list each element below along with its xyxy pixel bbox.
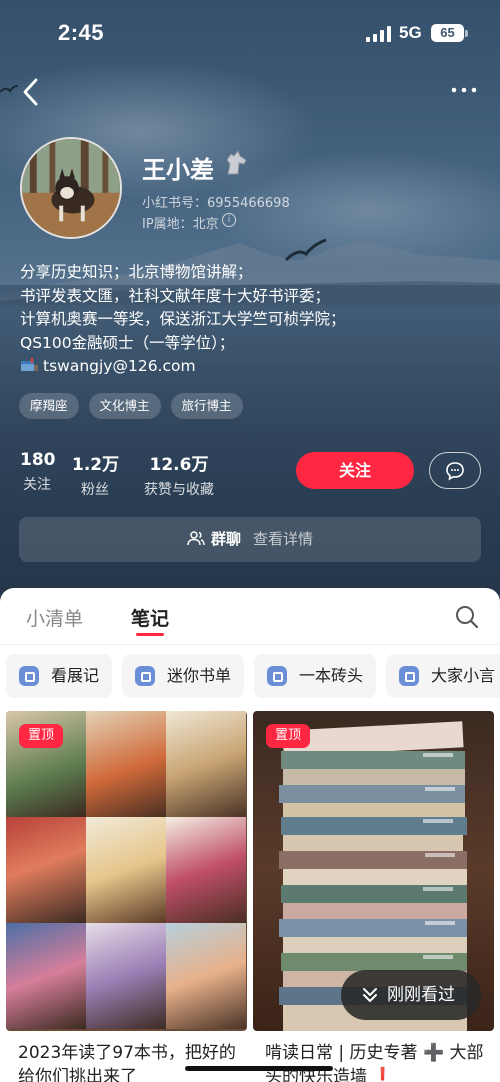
chip-mini-booklist[interactable]: 迷你书单	[122, 654, 244, 698]
profile-name: 王小差	[142, 156, 214, 184]
recently-viewed-button[interactable]: 刚刚看过	[341, 970, 481, 1020]
home-indicator	[185, 1066, 333, 1071]
stat-followers-value: 1.2万	[72, 455, 120, 475]
active-tab-indicator	[136, 633, 164, 636]
note-card[interactable]: 置顶 2023年读了97本书，把好的给你们挑出来了	[6, 711, 247, 1082]
collection-icon	[19, 666, 39, 686]
profile-tags: 摩羯座 文化博主 旅行博主	[19, 393, 243, 419]
group-chat-label: 群聊	[210, 530, 241, 548]
chip-brick-book[interactable]: 一本砖头	[254, 654, 376, 698]
chip-label: 看展记	[51, 666, 100, 685]
note-title: 啃读日常 | 历史专著 ➕ 大部头的快乐造墙 ❗	[265, 1043, 484, 1082]
notes-panel: 小清单 笔记 看展记 迷你书单 一本砖头 大家小言 置顶 2023年读了97本书…	[0, 588, 500, 1082]
avatar[interactable]	[20, 137, 122, 239]
zodiac-horse-badge-icon	[226, 150, 247, 175]
collection-icon	[135, 666, 155, 686]
stat-followers-label: 粉丝	[81, 482, 109, 498]
ip-location: IP属地：北京	[142, 217, 219, 232]
info-icon[interactable]: i	[222, 213, 236, 227]
tag-zodiac: 摩羯座	[19, 393, 79, 419]
redbook-id: 小红书号：6955466698	[142, 196, 290, 211]
stat-likes-label: 获赞与收藏	[144, 482, 214, 498]
note-title: 2023年读了97本书，把好的给你们挑出来了	[18, 1043, 236, 1082]
search-icon[interactable]	[454, 604, 480, 630]
chat-bubble-icon	[446, 462, 464, 481]
profile-email[interactable]: tswangjy@126.com	[43, 357, 196, 375]
status-time: 2:45	[58, 20, 105, 45]
chip-label: 大家小言	[431, 666, 496, 685]
pinned-badge: 置顶	[19, 724, 64, 748]
tag-travel-blogger: 旅行博主	[170, 393, 243, 419]
note-card[interactable]: 置顶 啃读日常 | 历史专著 ➕ 大部头的快乐造墙 ❗	[253, 711, 494, 1082]
tab-notes[interactable]: 笔记	[131, 604, 169, 631]
follow-button[interactable]: 关注	[296, 452, 414, 489]
chip-little-words[interactable]: 大家小言	[386, 654, 500, 698]
profile-bio: 分享历史知识；北京博物馆讲解； 书评发表文匯，社科文献年度十大好书评委； 计算机…	[20, 261, 490, 379]
double-chevron-down-icon	[363, 988, 377, 1002]
bio-line: QS100金融硕士（一等学位）；	[20, 333, 235, 352]
stat-likes-value: 12.6万	[149, 455, 209, 475]
stat-following-value: 180	[20, 450, 56, 470]
tab-collection-list[interactable]: 小清单	[26, 604, 83, 631]
group-chat-detail: 查看详情	[253, 530, 314, 548]
divider	[0, 644, 500, 645]
recently-viewed-label: 刚刚看过	[387, 985, 455, 1005]
bio-line: 分享历史知识；北京博物馆讲解；	[20, 263, 253, 281]
cellular-signal-icon	[366, 26, 391, 42]
back-arrow-icon[interactable]	[14, 74, 50, 110]
pinned-badge: 置顶	[266, 724, 311, 748]
status-bar: 2:45 5G 65	[0, 0, 500, 64]
tag-culture-blogger: 文化博主	[88, 393, 161, 419]
collection-chips: 看展记 迷你书单 一本砖头 大家小言	[6, 654, 500, 698]
more-options-icon[interactable]	[444, 76, 484, 104]
stat-likes[interactable]: 12.6万 获赞与收藏	[139, 450, 219, 499]
chip-exhibition-notes[interactable]: 看展记	[6, 654, 112, 698]
battery-tip	[465, 30, 468, 37]
chip-label: 一本砖头	[299, 666, 364, 685]
group-chat-bar[interactable]: 群聊 查看详情	[19, 517, 481, 562]
stat-following-label: 关注	[23, 477, 51, 493]
stat-followers[interactable]: 1.2万 粉丝	[72, 450, 120, 499]
message-button[interactable]	[429, 452, 481, 489]
bio-email-line: tswangjy@126.com	[20, 355, 490, 379]
bio-line: 计算机奥赛一等奖，保送浙江大学竺可桢学院；	[20, 310, 346, 328]
chip-label: 迷你书单	[167, 666, 232, 685]
bio-line: 书评发表文匯，社科文献年度十大好书评委；	[20, 286, 331, 305]
group-people-icon	[187, 531, 205, 546]
mailbox-icon	[21, 358, 38, 371]
battery-icon: 65	[431, 24, 464, 42]
collection-icon	[267, 666, 287, 686]
avatar-dog-image	[22, 139, 120, 237]
stat-following[interactable]: 180 关注	[20, 450, 56, 494]
collection-icon	[399, 666, 419, 686]
network-type: 5G	[399, 23, 422, 42]
note-cover-book-collage: 置顶	[6, 711, 247, 1031]
